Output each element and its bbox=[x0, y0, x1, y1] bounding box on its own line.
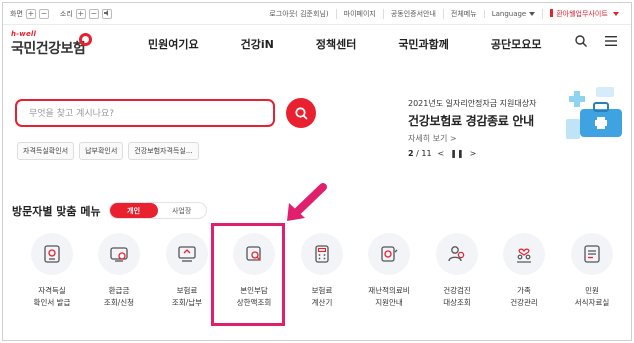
quick-menu-label: 가족 건강관리 bbox=[510, 286, 538, 307]
calculator-icon bbox=[301, 233, 343, 275]
nav-item-with-people[interactable]: 국민과함께 bbox=[398, 36, 449, 52]
search-box bbox=[15, 99, 275, 127]
search-tag[interactable]: 건강보험자격득실... bbox=[128, 142, 199, 160]
site-header: h-well 국민건강보험 민원여기요 건강iN 정책센터 국민과함께 공단모요… bbox=[3, 25, 631, 69]
banner-subtitle: 2021년도 일자리안정자금 지원대상자 bbox=[408, 99, 537, 108]
checkup-icon bbox=[436, 233, 478, 275]
banner-pause-button[interactable]: ❚❚ bbox=[450, 149, 463, 158]
site-logo[interactable]: h-well 국민건강보험 bbox=[11, 30, 92, 58]
banner-page-current: 2 bbox=[408, 149, 414, 158]
toggle-personal[interactable]: 개인 bbox=[109, 203, 158, 218]
nav-item-health-in[interactable]: 건강iN bbox=[241, 36, 274, 52]
chevron-down-icon bbox=[613, 12, 619, 16]
font-decrease-button[interactable]: − bbox=[38, 9, 49, 19]
quick-menu-item[interactable]: 보험료 계산기 bbox=[287, 233, 357, 309]
font-size-label: 화면 bbox=[10, 10, 23, 18]
medical-expense-icon bbox=[368, 233, 410, 275]
chevron-down-icon bbox=[529, 12, 536, 16]
custom-menu-header: 방문자별 맞춤 메뉴 개인 사업장 bbox=[12, 202, 207, 219]
refund-icon bbox=[98, 233, 140, 275]
certificate-guide-link[interactable]: 공동인증서안내 bbox=[382, 9, 443, 19]
visitor-type-toggle: 개인 사업장 bbox=[108, 202, 207, 219]
family-site-select[interactable]: 환아웰업무사이트 bbox=[542, 9, 626, 19]
pointer-arrow-icon bbox=[287, 183, 327, 221]
highlight-box bbox=[211, 223, 285, 326]
logo-name: 국민건강보험 bbox=[11, 41, 86, 57]
search-tag[interactable]: 자격득실확인서 bbox=[17, 142, 75, 160]
quick-menu-item[interactable]: 가족 건강관리 bbox=[489, 233, 559, 309]
logout-link[interactable]: 로그아웃( 김준회님) bbox=[262, 9, 335, 19]
quick-menu-label: 재난적의료비 지원안내 bbox=[368, 286, 410, 307]
banner-pager: 2 / 11 < ❚❚ > bbox=[408, 149, 536, 158]
search-tag[interactable]: 납부확인서 bbox=[79, 142, 124, 160]
certificate-icon bbox=[31, 233, 73, 275]
quick-menu-item[interactable]: 자격득실 확인서 발급 bbox=[17, 233, 87, 309]
banner-illustration-icon bbox=[566, 87, 622, 139]
menu-icon[interactable] bbox=[605, 36, 617, 46]
search-icon bbox=[294, 106, 308, 120]
search-icon[interactable] bbox=[575, 35, 587, 47]
all-menu-link[interactable]: 전체메뉴 bbox=[442, 9, 484, 19]
sound-label: 소리 bbox=[59, 10, 73, 18]
nav-item-civil[interactable]: 민원여기요 bbox=[148, 36, 199, 52]
banner-next-button[interactable]: > bbox=[470, 149, 477, 158]
utility-bar: 화면 + − 소리 + − 로그아웃( 김준회님) 마이페이지 공동인증서안내 … bbox=[3, 3, 631, 25]
language-select[interactable]: Language bbox=[483, 10, 543, 18]
nav-item-about[interactable]: 공단모요모 bbox=[491, 36, 542, 52]
main-navigation: 민원여기요 건강iN 정책센터 국민과함께 공단모요모 bbox=[148, 36, 542, 52]
quick-menu-item[interactable]: 건강검진 대상조회 bbox=[422, 233, 492, 309]
banner-more-link[interactable]: 자세히 보기 > bbox=[408, 133, 536, 144]
banner-page-total: / 11 bbox=[416, 149, 432, 158]
forms-icon bbox=[571, 233, 613, 275]
sound-increase-button[interactable]: + bbox=[75, 9, 86, 19]
quick-menu-item[interactable]: 환급금 조회/신청 bbox=[84, 233, 154, 309]
nav-item-policy[interactable]: 정책센터 bbox=[316, 36, 356, 52]
family-site-label: 환아웰업무사이트 bbox=[556, 10, 608, 18]
accessibility-controls: 화면 + − 소리 + − bbox=[10, 9, 112, 19]
language-label: Language bbox=[491, 10, 527, 18]
quick-menu-label: 자격득실 확인서 발급 bbox=[33, 286, 71, 307]
header-icons bbox=[575, 35, 617, 47]
quick-menu-label: 건강검진 대상조회 bbox=[443, 286, 471, 307]
toggle-business[interactable]: 사업장 bbox=[158, 203, 206, 218]
search-button[interactable] bbox=[286, 98, 316, 128]
quick-menu-label: 환급금 조회/신청 bbox=[103, 286, 135, 307]
browser-viewport: 화면 + − 소리 + − 로그아웃( 김준회님) 마이페이지 공동인증서안내 … bbox=[2, 2, 632, 341]
logo-mark-icon bbox=[79, 33, 92, 46]
family-health-icon bbox=[503, 233, 545, 275]
banner-title[interactable]: 건강보험료 경감종료 안내 bbox=[408, 112, 536, 129]
sound-decrease-button[interactable]: − bbox=[88, 9, 99, 19]
custom-menu-title: 방문자별 맞춤 메뉴 bbox=[12, 204, 101, 218]
search-input[interactable] bbox=[17, 102, 273, 126]
mypage-link[interactable]: 마이페이지 bbox=[335, 9, 383, 19]
quick-menu-item[interactable]: 재난적의료비 지원안내 bbox=[354, 233, 424, 309]
quick-menu-label: 보험료 계산기 bbox=[311, 286, 333, 307]
premium-payment-icon bbox=[166, 233, 208, 275]
font-increase-button[interactable]: + bbox=[25, 9, 36, 19]
quick-menu-item[interactable]: 민원 서식자료실 bbox=[557, 233, 627, 309]
quick-menu-label: 민원 서식자료실 bbox=[574, 286, 610, 307]
popular-search-tags: 자격득실확인서 납부확인서 건강보험자격득실... bbox=[17, 142, 199, 160]
banner-prev-button[interactable]: < bbox=[438, 149, 445, 158]
sound-play-icon[interactable] bbox=[101, 9, 112, 19]
notice-banner: 2021년도 일자리안정자금 지원대상자 건강보험료 경감종료 안내 자세히 보… bbox=[408, 98, 536, 158]
utility-links: 로그아웃( 김준회님) 마이페이지 공동인증서안내 전체메뉴 Language … bbox=[262, 9, 626, 19]
logo-subtext: h-well bbox=[11, 30, 37, 38]
